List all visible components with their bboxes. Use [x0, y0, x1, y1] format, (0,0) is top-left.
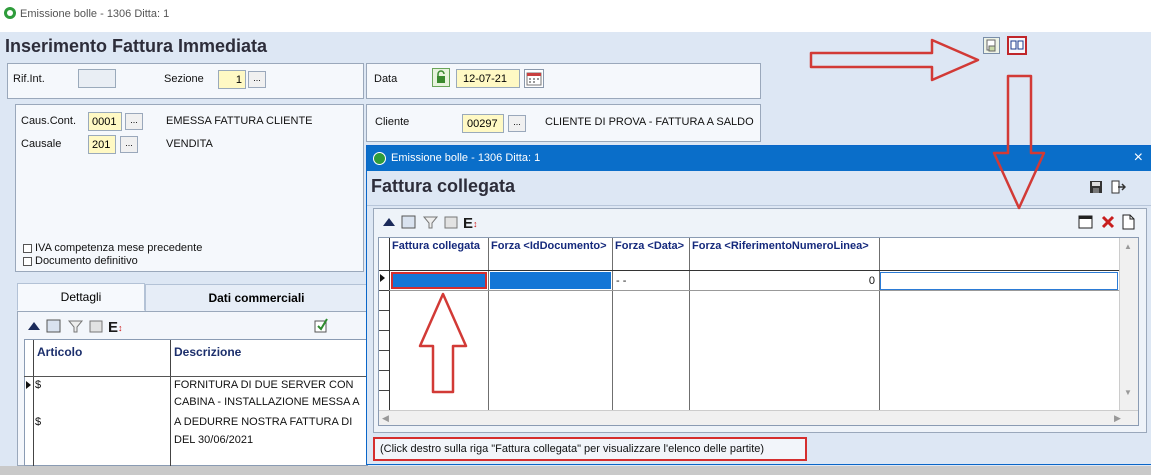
down-arrow-icon	[992, 74, 1046, 210]
annotation-arrows	[418, 38, 1046, 394]
right-arrow-icon	[809, 38, 980, 82]
up-arrow-icon	[418, 292, 468, 394]
